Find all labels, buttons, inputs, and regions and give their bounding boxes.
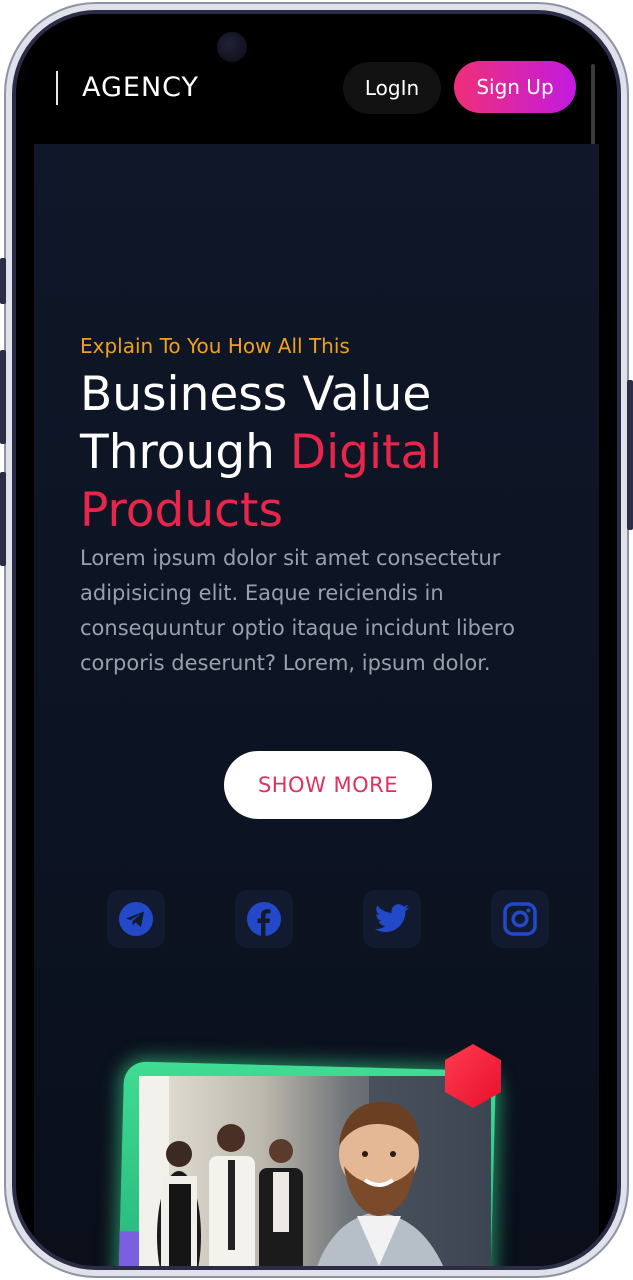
brand-divider (56, 71, 58, 105)
signup-button[interactable]: Sign Up (454, 61, 576, 113)
hexagon-badge (445, 1044, 501, 1108)
navbar: AGENCY LogIn Sign Up (16, 14, 617, 160)
social-facebook[interactable] (235, 890, 293, 948)
login-button[interactable]: LogIn (343, 62, 441, 114)
screen: AGENCY LogIn Sign Up Explain To You How … (16, 14, 617, 1266)
front-camera (217, 32, 247, 62)
hero-headline: Business Value Through Digital Products (80, 366, 520, 540)
side-button-power (627, 380, 633, 530)
hero-eyebrow: Explain To You How All This (80, 334, 350, 358)
side-button-volume-up (0, 350, 6, 444)
side-button-mute (0, 258, 6, 304)
show-more-button[interactable]: SHOW MORE (224, 751, 432, 819)
hero-description: Lorem ipsum dolor sit amet consectetur a… (80, 546, 515, 675)
brand-logo[interactable]: AGENCY (82, 71, 199, 105)
social-twitter[interactable] (363, 890, 421, 948)
telegram-icon (119, 902, 153, 936)
side-button-volume-down (0, 472, 6, 566)
social-instagram[interactable] (491, 890, 549, 948)
social-telegram[interactable] (107, 890, 165, 948)
twitter-icon (374, 904, 409, 932)
instagram-icon (503, 902, 537, 936)
facebook-icon (247, 902, 281, 936)
